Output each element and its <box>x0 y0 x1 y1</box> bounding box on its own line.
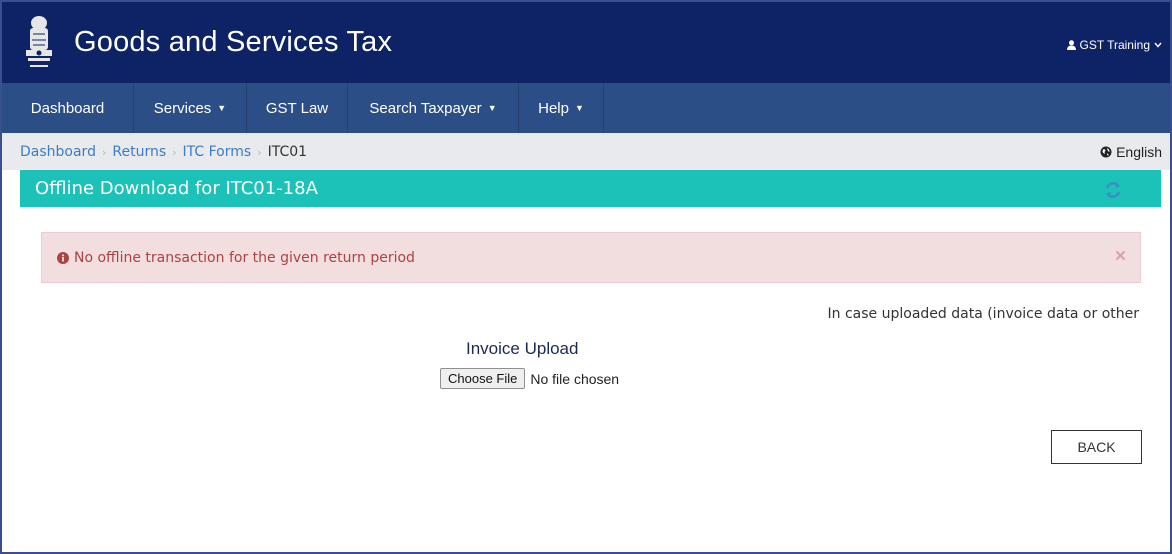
user-icon <box>1066 40 1076 50</box>
nav-gst-law[interactable]: GST Law <box>247 83 348 133</box>
breadcrumb-separator-icon: › <box>257 145 262 159</box>
info-circle-icon <box>57 252 69 264</box>
nav-dashboard-label: Dashboard <box>30 99 105 117</box>
nav-services[interactable]: Services ▼ <box>134 83 247 133</box>
user-menu[interactable]: GST Training <box>1066 38 1162 52</box>
site-header: Goods and Services Tax GST Training <box>2 2 1170 83</box>
app-frame: Goods and Services Tax GST Training Dash… <box>2 2 1170 552</box>
national-emblem-icon <box>26 16 52 67</box>
breadcrumb-current: ITC01 <box>267 144 308 160</box>
language-label: English <box>1116 144 1162 160</box>
file-status: No file chosen <box>530 370 620 387</box>
breadcrumb-itc-forms[interactable]: ITC Forms <box>183 144 252 160</box>
invoice-upload-label: Invoice Upload <box>466 339 579 358</box>
nav-dashboard[interactable]: Dashboard <box>2 83 134 133</box>
offline-download-panel: Offline Download for ITC01-18A No offlin… <box>20 170 1161 552</box>
nav-gst-law-label: GST Law <box>265 99 329 117</box>
breadcrumb-dashboard[interactable]: Dashboard <box>20 144 96 160</box>
breadcrumb: Dashboard › Returns › ITC Forms › ITC01 <box>20 144 307 160</box>
back-button[interactable]: BACK <box>1051 430 1142 464</box>
caret-down-icon: ▼ <box>574 103 584 113</box>
globe-icon <box>1100 146 1112 158</box>
nav-services-label: Services <box>153 99 212 117</box>
refresh-icon[interactable] <box>1103 180 1123 200</box>
nav-search-taxpayer-label: Search Taxpayer <box>369 99 482 117</box>
error-alert: No offline transaction for the given ret… <box>41 232 1141 283</box>
user-name: GST Training <box>1079 38 1150 52</box>
panel-title: Offline Download for ITC01-18A <box>35 178 318 199</box>
alert-text: No offline transaction for the given ret… <box>74 250 415 266</box>
language-selector[interactable]: English <box>1100 144 1162 160</box>
alert-message: No offline transaction for the given ret… <box>57 250 415 266</box>
close-icon[interactable]: × <box>1115 247 1126 267</box>
breadcrumb-returns[interactable]: Returns <box>112 144 166 160</box>
upload-info-note: In case uploaded data (invoice data or o… <box>827 306 1139 322</box>
file-input: Choose File No file chosen <box>440 368 619 389</box>
chevron-down-icon <box>1154 42 1162 48</box>
breadcrumb-separator-icon: › <box>101 145 107 159</box>
breadcrumb-separator-icon: › <box>172 145 177 159</box>
nav-help[interactable]: Help ▼ <box>519 83 604 133</box>
caret-down-icon: ▼ <box>217 103 227 113</box>
panel-header: Offline Download for ITC01-18A <box>20 170 1161 207</box>
main-nav: Dashboard Services ▼ GST Law Search Taxp… <box>2 83 1170 133</box>
choose-file-button[interactable]: Choose File <box>440 368 526 389</box>
nav-search-taxpayer[interactable]: Search Taxpayer ▼ <box>348 83 519 133</box>
site-title: Goods and Services Tax <box>74 26 393 58</box>
nav-help-label: Help <box>538 99 569 117</box>
caret-down-icon: ▼ <box>487 103 497 113</box>
breadcrumb-bar: Dashboard › Returns › ITC Forms › ITC01 … <box>2 133 1170 170</box>
